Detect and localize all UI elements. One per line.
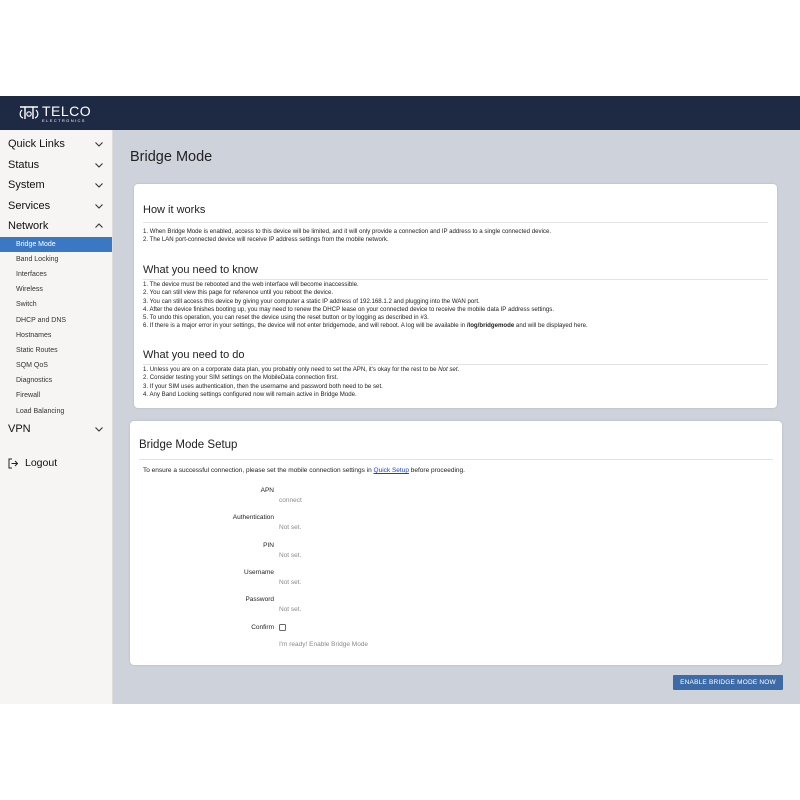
setup-intro: To ensure a successful connection, pleas… [143,467,465,474]
divider [139,459,773,460]
sidebar-section-label: Quick Links [8,138,65,151]
divider [143,279,768,280]
top-bar: TELCO ELECTRONICS [0,96,800,130]
sidebar-section-label: Services [8,199,51,212]
setup-heading: Bridge Mode Setup [139,439,238,451]
sidebar-item-switch[interactable]: Switch [0,297,112,312]
sidebar-section-label: System [8,179,45,192]
not-set-em: Not set [438,366,458,373]
sidebar-item-load-balancing[interactable]: Load Balancing [0,404,112,419]
chevron-up-icon [95,223,103,229]
sidebar-section-network[interactable]: Network [0,216,112,237]
text-span: 6. If there is a major error in your set… [143,322,467,330]
text-span: and will be displayed here. [514,322,588,330]
need-to-know-text: 1. The device must be rebooted and the w… [143,281,773,331]
sidebar-item-sqm-qos[interactable]: SQM QoS [0,358,112,373]
telco-logo[interactable]: TELCO ELECTRONICS [18,104,91,123]
logout-label: Logout [25,457,58,470]
sidebar-item-band-locking[interactable]: Band Locking [0,252,112,267]
text-line: 6. If there is a major error in your set… [143,322,773,330]
text-span: 1. Unless you are on a corporate data pl… [143,366,439,373]
text-span: To ensure a successful connection, pleas… [143,467,374,474]
main-content: Bridge Mode How it works 1. When Bridge … [113,130,800,704]
log-path: /log/bridgemode [466,322,515,330]
logout-link[interactable]: Logout [0,457,112,469]
field-label: Authentication [232,514,274,521]
chevron-down-icon [95,142,103,148]
sidebar-item-static-routes[interactable]: Static Routes [0,343,112,358]
confirm-checkbox[interactable] [279,624,286,631]
text-line: 2. Consider testing your SIM settings on… [143,374,339,382]
sidebar: Quick Links Status System Services Netwo… [0,130,113,704]
sidebar-section-status[interactable]: Status [0,155,112,176]
text-line: 1. Unless you are on a corporate data pl… [143,366,773,374]
text-span: before proceeding. [408,467,465,474]
field-value[interactable]: connect [279,497,302,504]
need-to-do-text: 1. Unless you are on a corporate data pl… [143,366,773,399]
sidebar-section-quick-links[interactable]: Quick Links [0,134,112,155]
how-it-works-heading: How it works [143,204,206,216]
setup-card: Bridge Mode Setup To ensure a successful… [130,421,782,665]
text-line: 2. You can still view this page for refe… [143,289,334,297]
field-label: Password [245,596,274,603]
field-value[interactable]: Not set. [279,579,301,586]
text-line: 4. Any Band Locking settings configured … [143,390,357,398]
need-to-do-heading: What you need to do [143,349,245,361]
chevron-down-icon [95,203,103,209]
field-label: PIN [263,542,274,549]
chevron-down-icon [95,427,103,432]
info-card: How it works 1. When Bridge Mode is enab… [134,184,777,408]
field-label: Confirm [251,624,274,631]
need-to-know-heading: What you need to know [143,264,258,276]
app-window: TELCO ELECTRONICS Quick Links Status Sys… [0,96,800,704]
chevron-down-icon [95,183,103,189]
chevron-down-icon [95,162,103,168]
telco-logo-icon [19,106,39,119]
text-line: 1. The device must be rebooted and the w… [143,281,359,288]
divider [143,364,768,365]
confirm-hint: I'm ready! Enable Bridge Mode [279,641,369,648]
text-line: 4. After the device finishes booting up,… [143,305,555,313]
text-line: 2. The LAN port-connected device will re… [143,236,389,244]
field-label: APN [260,487,274,494]
brand-sub: ELECTRONICS [42,117,86,123]
field-value[interactable]: Not set. [279,524,301,531]
sidebar-section-label: VPN [8,423,31,435]
sidebar-item-wireless[interactable]: Wireless [0,282,112,297]
enable-bridge-mode-button[interactable]: ENABLE BRIDGE MODE NOW [673,675,783,690]
text-span: . [457,366,460,373]
page-title: Bridge Mode [130,149,213,165]
sidebar-item-dhcp-and-dns[interactable]: DHCP and DNS [0,312,112,327]
divider [143,222,768,223]
sidebar-section-services[interactable]: Services [0,196,112,217]
sidebar-section-label: Status [8,158,40,171]
sidebar-item-hostnames[interactable]: Hostnames [0,328,112,343]
text-line: 3. You can still access this device by g… [143,297,480,305]
sidebar-item-firewall[interactable]: Firewall [0,388,112,403]
quick-setup-link[interactable]: Quick Setup [374,467,409,474]
brand-name: TELCO [42,102,92,119]
text-line: 3. If your SIM uses authentication, then… [143,382,383,390]
sidebar-section-vpn[interactable]: VPN [0,419,112,440]
logout-icon [8,458,19,469]
sidebar-section-label: Network [8,220,49,233]
sidebar-item-diagnostics[interactable]: Diagnostics [0,373,112,388]
how-it-works-text: 1. When Bridge Mode is enabled, access t… [143,228,773,245]
sidebar-section-system[interactable]: System [0,175,112,196]
text-line: 1. When Bridge Mode is enabled, access t… [143,228,552,235]
text-line: 5. To undo this operation, you can reset… [143,314,429,322]
field-label: Username [244,569,274,576]
field-value[interactable]: Not set. [279,552,301,559]
sidebar-item-interfaces[interactable]: Interfaces [0,267,112,282]
sidebar-item-bridge-mode[interactable]: Bridge Mode [0,236,112,252]
field-value[interactable]: Not set. [279,606,301,613]
